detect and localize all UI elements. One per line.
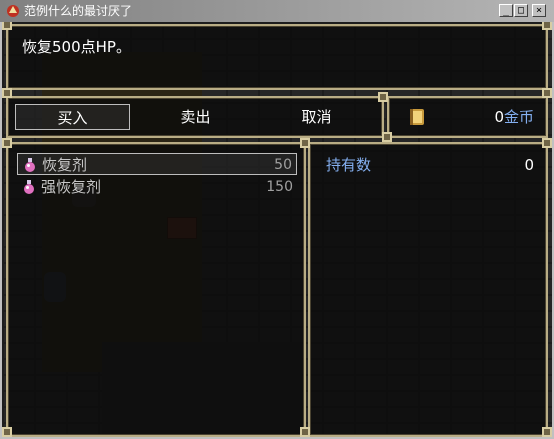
sell-command-label: 卖出 (180, 108, 211, 126)
possession-label: 持有数 (326, 156, 372, 174)
list-item[interactable]: 强恢复剂 150 (17, 176, 297, 198)
game-screen[interactable]: 恢复500点HP。 买入 卖出 取消 0 金币 恢复剂 50 强恢复剂 150 … (2, 22, 552, 437)
item-price: 50 (274, 157, 292, 173)
frame-ornament (542, 22, 552, 30)
frame-ornament (2, 88, 12, 98)
frame-ornament (542, 427, 552, 437)
possession-value: 0 (524, 156, 534, 174)
frame-ornament (2, 427, 12, 437)
app-window: 范例什么的最讨厌了 _ □ × 恢复500点HP。 买入 卖出 取消 0 金币 … (0, 0, 554, 439)
help-text: 恢复500点HP。 (22, 38, 131, 56)
gold-window: 0 金币 (387, 96, 548, 138)
frame-ornament (300, 427, 310, 437)
frame-ornament (382, 132, 392, 142)
app-icon (7, 5, 19, 17)
frame-ornament (2, 22, 12, 30)
gold-amount: 0 (494, 108, 504, 126)
frame-ornament (542, 88, 552, 98)
buy-command-label: 买入 (57, 109, 88, 127)
item-price: 150 (266, 179, 293, 195)
frame-ornament (2, 138, 12, 148)
gold-book-icon (410, 109, 424, 125)
potion-icon (24, 180, 34, 194)
gold-unit: 金币 (503, 108, 534, 126)
window-title: 范例什么的最讨厌了 (24, 4, 133, 18)
help-window: 恢复500点HP。 (6, 24, 548, 90)
maximize-button[interactable]: □ (514, 4, 528, 17)
potion-icon (25, 158, 35, 172)
buy-command[interactable]: 买入 (15, 104, 130, 130)
frame-ornament (300, 138, 310, 148)
frame-ornament (378, 92, 388, 102)
status-window: 持有数 0 (308, 142, 548, 437)
sell-command[interactable]: 卖出 (138, 104, 253, 130)
list-item[interactable]: 恢复剂 50 (17, 153, 297, 175)
frame-ornament (542, 138, 552, 148)
close-button[interactable]: × (532, 4, 546, 17)
minimize-button[interactable]: _ (499, 4, 513, 17)
item-name: 强恢复剂 (41, 178, 102, 196)
cancel-command-label: 取消 (301, 108, 332, 126)
cancel-command[interactable]: 取消 (259, 104, 374, 130)
item-name: 恢复剂 (42, 156, 88, 174)
title-bar[interactable]: 范例什么的最讨厌了 _ □ × (0, 0, 554, 22)
